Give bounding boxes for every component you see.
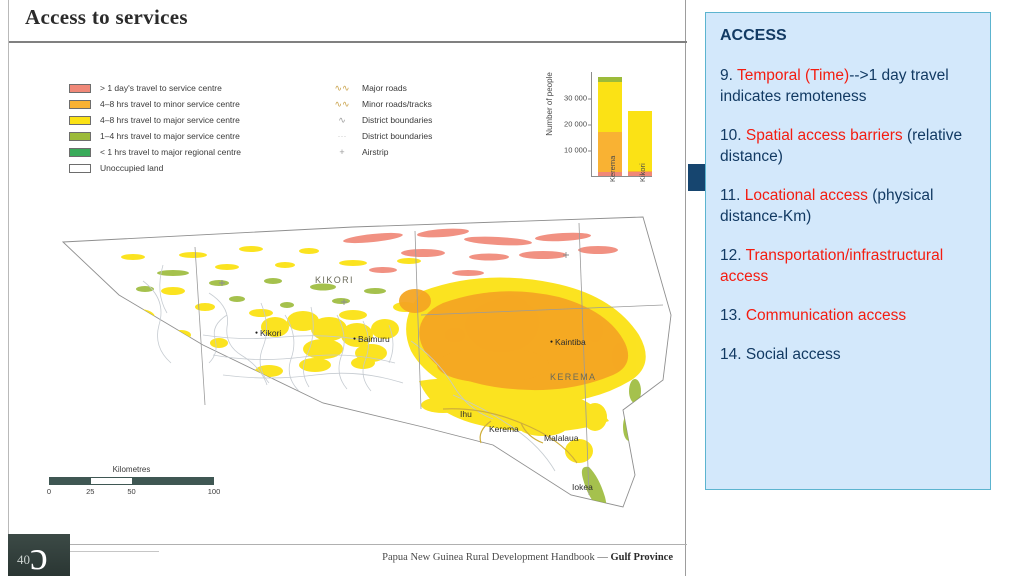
minor-road-icon: ∿∿	[334, 98, 350, 109]
callout-item: 10. Spatial access barriers (relative di…	[720, 125, 976, 167]
title-divider	[9, 41, 687, 43]
callout-item-number: 12.	[720, 247, 746, 264]
scalebar-title: Kilometres	[112, 465, 151, 474]
population-bar-chart: Number of people 10 000 20 000 30 000 Kere…	[527, 72, 662, 207]
legend-row: ∿∿ Major roads	[331, 80, 501, 96]
callout-item: 9. Temporal (Time)-->1 day travel indica…	[720, 65, 976, 107]
chart-y-tick: 30 000	[564, 93, 592, 103]
legend-label: District boundaries	[362, 131, 433, 141]
district-boundary-icon: ···	[337, 131, 347, 141]
chart-y-axis-ticks: 10 000 20 000 30 000	[539, 72, 592, 176]
map-town-label: Kaintiba	[550, 337, 586, 347]
scalebar-tick: 25	[86, 487, 95, 496]
scalebar-tick: 100	[207, 487, 221, 496]
atlas-page: Access to services > 1 day's travel to s…	[8, 0, 687, 576]
callout-title: ACCESS	[720, 27, 787, 44]
map-legend-symbols: ∿∿ Major roads ∿∿ Minor roads/tracks ∿ Distri…	[331, 80, 501, 160]
legend-row: ∿ District boundaries	[331, 112, 501, 128]
legend-label: Airstrip	[362, 147, 389, 157]
scalebar-ticks: 0 25 50 100	[46, 487, 220, 499]
page-title: Access to services	[25, 5, 188, 29]
callout-item: 12. Transportation/infrastructural acces…	[720, 245, 976, 287]
legend-label: < 1 hrs travel to major regional centre	[100, 147, 242, 157]
callout-item: 14. Social access	[720, 344, 976, 365]
chart-segment	[628, 110, 652, 171]
legend-label: Major roads	[362, 83, 407, 93]
scalebar-bar	[49, 477, 214, 485]
legend-label: > 1 day's travel to service centre	[100, 83, 222, 93]
legend-label: Unoccupied land	[100, 163, 164, 173]
map-legend-classes: > 1 day's travel to service centre 4–8 hr…	[69, 80, 299, 176]
page-badge-divider	[69, 551, 159, 552]
legend-label: 4–8 hrs travel to major service centre	[100, 115, 240, 125]
legend-swatch-olive	[69, 131, 91, 141]
footer-divider	[9, 544, 687, 545]
legend-swatch-white	[69, 163, 91, 173]
legend-label: 1–4 hrs travel to major service centre	[100, 131, 240, 141]
footer-citation: Papua New Guinea Rural Development Handb…	[382, 552, 673, 563]
scalebar-tick: 50	[127, 487, 136, 496]
chart-x-label: Kikori	[638, 163, 647, 182]
major-road-icon: ∿∿	[334, 82, 350, 93]
callout-item-list: 9. Temporal (Time)-->1 day travel indica…	[720, 65, 976, 365]
map-town-label: Iokea	[572, 482, 593, 492]
legend-row: > 1 day's travel to service centre	[69, 80, 299, 96]
legend-label: 4–8 hrs travel to minor service centre	[100, 99, 240, 109]
district-boundary-icon: ∿	[338, 114, 346, 125]
chart-x-label: Kerema	[608, 155, 617, 182]
chart-segment	[598, 82, 622, 132]
legend-label: Minor roads/tracks	[362, 99, 432, 109]
legend-row: ∿∿ Minor roads/tracks	[331, 96, 501, 112]
legend-row: + Airstrip	[331, 144, 501, 160]
callout-item-highlight: Spatial access barriers	[745, 127, 903, 144]
callout-item: 11. Locational access (physical distance…	[720, 185, 976, 227]
callout-item-text: Social access	[745, 346, 841, 363]
map-town-label: Baimuru	[353, 334, 390, 344]
map-town-label: Ihu	[460, 409, 472, 419]
map-town-label: Kikori	[255, 328, 281, 338]
legend-swatch-red	[69, 83, 91, 93]
callout-item-highlight: Temporal (Time)	[736, 67, 850, 84]
map-district-label: KIKORI	[315, 275, 354, 285]
scalebar-tick: 0	[46, 487, 52, 496]
callout-item-highlight: Locational access	[744, 187, 868, 204]
callout-item: 13. Communication access	[720, 305, 976, 326]
callout-item-number: 11.	[720, 187, 745, 204]
legend-swatch-green	[69, 147, 91, 157]
footer-citation-text: Papua New Guinea Rural Development Handb…	[382, 552, 611, 563]
chart-plot-area: Kerema Kikori	[591, 72, 652, 182]
footer-citation-province: Gulf Province	[610, 552, 673, 563]
callout-item-number: 13.	[720, 307, 746, 324]
callout-item-number: 14.	[720, 346, 746, 363]
legend-row: 1–4 hrs travel to major service centre	[69, 128, 299, 144]
legend-row: ··· District boundaries	[331, 128, 501, 144]
legend-swatch-yellow	[69, 115, 91, 125]
legend-row: < 1 hrs travel to major regional centre	[69, 144, 299, 160]
map-town-label: Kerema	[489, 424, 519, 434]
airstrip-icon: +	[339, 147, 345, 157]
map-scalebar: Kilometres 0 25 50 100	[46, 465, 220, 499]
callout-item-number: 9.	[720, 67, 737, 84]
page-number-badge: ɔ 40	[8, 534, 70, 576]
access-callout-panel: ACCESS 9. Temporal (Time)-->1 day travel…	[705, 12, 991, 490]
legend-label: District boundaries	[362, 115, 433, 125]
legend-row: 4–8 hrs travel to minor service centre	[69, 96, 299, 112]
callout-item-highlight: Communication access	[745, 307, 907, 324]
callout-item-highlight: Transportation/infrastructural access	[720, 247, 944, 285]
legend-swatch-orange	[69, 99, 91, 109]
chart-y-tick: 10 000	[564, 145, 592, 155]
legend-row: 4–8 hrs travel to major service centre	[69, 112, 299, 128]
chart-y-tick: 20 000	[564, 119, 592, 129]
callout-item-number: 10.	[720, 127, 746, 144]
map-town-label: Malalaua	[544, 433, 579, 443]
legend-row: Unoccupied land	[69, 160, 299, 176]
page-number: 40	[17, 552, 30, 567]
swoosh-logo-icon: ɔ	[30, 534, 48, 576]
map-district-label: KEREMA	[550, 372, 597, 382]
